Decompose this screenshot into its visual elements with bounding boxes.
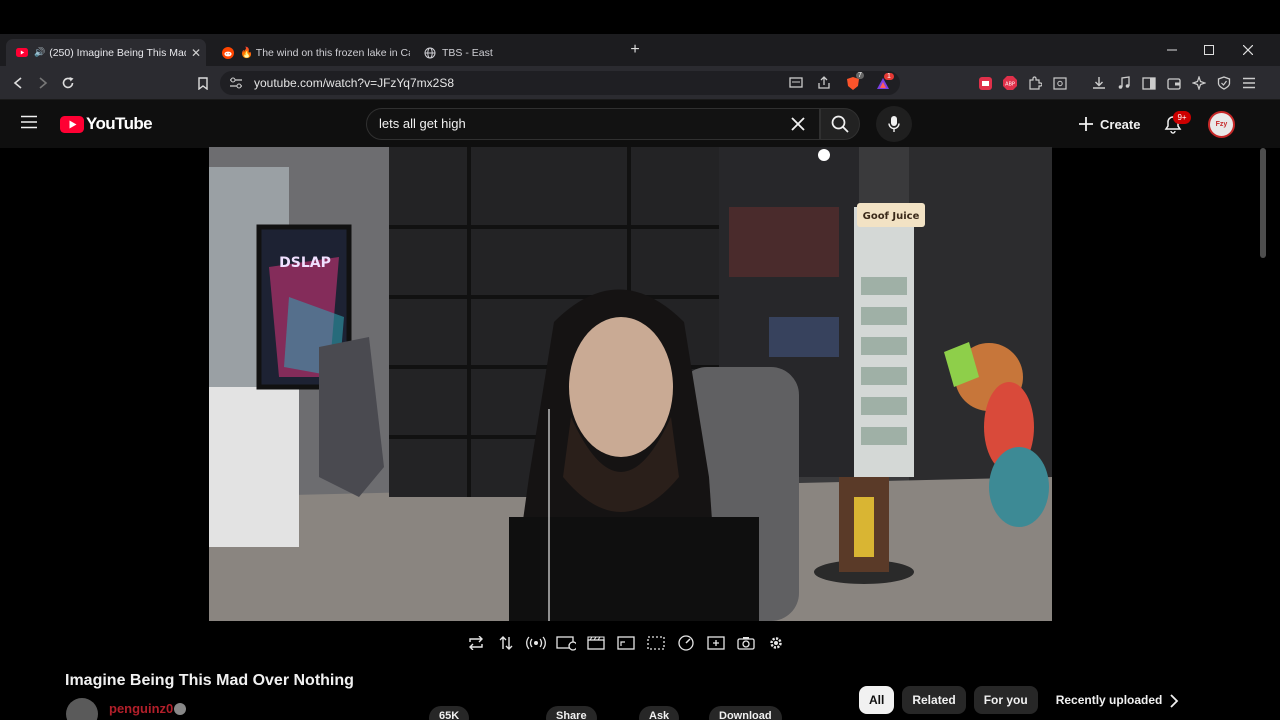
tab-youtube[interactable]: 🔊 (250) Imagine Being This Mad Over Noth…	[6, 39, 206, 66]
search-button[interactable]	[820, 108, 860, 140]
share-button[interactable]: Share	[546, 706, 597, 720]
poster-text: DSLAP	[279, 255, 331, 271]
like-count: 65K	[439, 710, 460, 720]
maximize-button[interactable]	[1194, 40, 1224, 60]
tab-title: TBS - East	[442, 46, 493, 59]
youtube-logo[interactable]: YouTube	[60, 113, 153, 135]
video-title: Imagine Being This Mad Over Nothing	[65, 672, 354, 689]
download-label: Download	[719, 710, 772, 720]
account-avatar[interactable]: Fzy	[1208, 111, 1235, 138]
channel-row: penguinz0 65K Share Ask Download	[64, 698, 844, 720]
adblock-plus-icon[interactable]: ABP	[1000, 74, 1020, 92]
media-icon[interactable]	[1114, 74, 1134, 92]
create-button[interactable]: Create	[1070, 108, 1148, 140]
close-window-button[interactable]	[1233, 40, 1263, 60]
chips-next-button[interactable]	[1163, 690, 1185, 712]
youtube-play-icon	[60, 115, 84, 133]
video-player[interactable]: DSLAP Goof Juice	[209, 147, 1052, 621]
sort-icon[interactable]	[496, 633, 516, 653]
plus-icon	[1079, 117, 1093, 131]
hamburger-icon	[21, 115, 37, 129]
voice-search-button[interactable]	[876, 106, 912, 142]
minimize-button[interactable]	[1157, 40, 1187, 60]
sign-text: Goof Juice	[863, 211, 920, 222]
leo-ai-icon[interactable]	[1189, 74, 1209, 92]
new-tab-button[interactable]: +	[626, 42, 644, 60]
tab-reddit[interactable]: 🔥 The wind on this frozen lake in Ca	[212, 39, 410, 66]
tab-tbs[interactable]: TBS - East	[414, 39, 614, 66]
chip-all[interactable]: All	[859, 686, 895, 714]
globe-icon	[424, 47, 436, 59]
notifications-badge: 9+	[1173, 111, 1191, 124]
chevron-right-icon	[1170, 694, 1179, 708]
settings-gear-icon[interactable]	[766, 633, 786, 653]
vpn-icon[interactable]	[1214, 74, 1234, 92]
screen-top-bar	[0, 0, 1280, 34]
page-scrollbar[interactable]	[1260, 148, 1266, 258]
share-page-icon[interactable]	[814, 74, 834, 92]
channel-avatar[interactable]	[66, 698, 98, 720]
back-button[interactable]	[8, 74, 28, 92]
camera-icon[interactable]	[736, 633, 756, 653]
search-tabs-icon[interactable]	[1050, 74, 1070, 92]
chip-related[interactable]: Related	[902, 686, 966, 714]
chip-for-you[interactable]: For you	[973, 686, 1038, 714]
site-info-icon[interactable]	[226, 74, 246, 92]
close-icon	[791, 117, 805, 131]
audio-stream-icon[interactable]	[526, 633, 546, 653]
bookmark-icon[interactable]	[193, 74, 213, 92]
search-icon	[831, 115, 849, 133]
youtube-icon	[16, 47, 28, 59]
share-label: Share	[556, 710, 587, 720]
player-controls-bar	[466, 632, 786, 654]
clear-search-button[interactable]	[788, 114, 808, 134]
extensions-puzzle-icon[interactable]	[1025, 74, 1045, 92]
reload-button[interactable]	[58, 74, 78, 92]
verified-icon	[174, 703, 186, 715]
ask-button[interactable]: Ask	[639, 706, 680, 720]
reddit-icon	[222, 46, 234, 59]
forward-button[interactable]	[33, 74, 53, 92]
guide-menu-button[interactable]	[20, 115, 40, 133]
related-filter-chips: All Related For you Recently uploaded	[859, 686, 1172, 714]
download-icon[interactable]	[1089, 74, 1109, 92]
wallet-icon[interactable]	[1164, 74, 1184, 92]
microphone-icon	[888, 116, 900, 132]
create-label: Create	[1100, 116, 1141, 132]
cinema-mode-icon[interactable]	[646, 633, 666, 653]
pip-icon[interactable]	[616, 633, 636, 653]
clapper-icon[interactable]	[586, 633, 606, 653]
extension-red-icon[interactable]	[975, 74, 995, 92]
ask-label: Ask	[649, 710, 670, 720]
download-button[interactable]: Download	[709, 706, 782, 720]
search-input[interactable]: lets all get high	[379, 116, 466, 131]
speed-icon[interactable]	[676, 633, 696, 653]
sidebar-icon[interactable]	[1139, 74, 1159, 92]
brave-shields-count: 7	[856, 72, 864, 79]
audio-icon[interactable]: 🔊	[34, 47, 45, 58]
url-text[interactable]: youtube.com/watch?v=JFzYq7mx2S8	[254, 76, 454, 90]
cast-icon[interactable]	[786, 74, 806, 92]
rewards-count: 1	[884, 73, 894, 80]
youtube-logo-text: YouTube	[86, 114, 153, 133]
svg-text:ABP: ABP	[1005, 82, 1015, 88]
channel-name[interactable]: penguinz0	[109, 701, 173, 716]
video-frame: DSLAP Goof Juice	[209, 147, 1052, 621]
close-tab-icon[interactable]: ✕	[186, 46, 206, 60]
quality-icon[interactable]	[556, 633, 576, 653]
menu-icon[interactable]	[1239, 74, 1259, 92]
screenshot-plus-icon[interactable]	[706, 633, 726, 653]
loop-icon[interactable]	[466, 633, 486, 653]
like-button[interactable]: 65K	[429, 706, 470, 720]
chip-recently-uploaded[interactable]: Recently uploaded	[1046, 686, 1173, 714]
tab-title: (250) Imagine Being This Mad Over Nothin…	[49, 46, 186, 59]
tab-title: 🔥 The wind on this frozen lake in Ca	[240, 47, 410, 59]
